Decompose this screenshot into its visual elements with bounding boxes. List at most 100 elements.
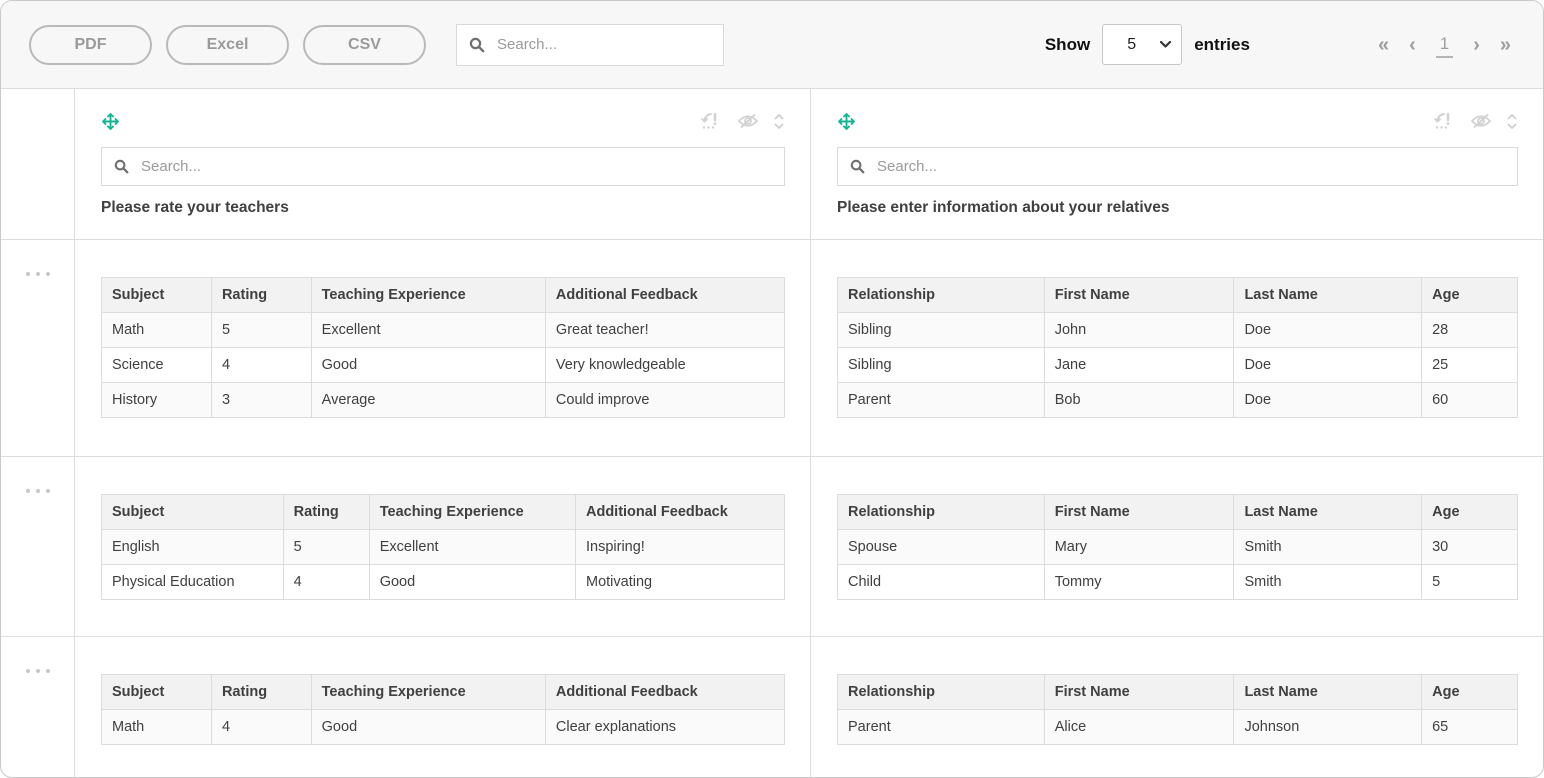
row-gutter	[1, 456, 75, 636]
hide-column-icon[interactable]	[1470, 113, 1492, 129]
sort-column-icon[interactable]	[1433, 112, 1456, 130]
column-header: Subject	[102, 278, 212, 313]
column-header: First Name	[1044, 675, 1234, 710]
table-cell: 30	[1422, 530, 1518, 565]
global-search-box	[456, 24, 724, 66]
expand-collapse-icon[interactable]	[1506, 112, 1518, 131]
matrix-table: Relationship First Name Last Name Age Pa…	[837, 674, 1518, 745]
table-row: Parent Bob Doe 60	[838, 383, 1518, 418]
global-search-input[interactable]	[495, 35, 711, 54]
table-cell: 4	[211, 710, 311, 745]
table-cell: Good	[311, 710, 545, 745]
pagination: « ‹ 1 › »	[1368, 32, 1521, 58]
export-excel-button[interactable]: Excel	[166, 25, 289, 65]
table-row: Sibling Jane Doe 25	[838, 348, 1518, 383]
table-cell: Science	[102, 348, 212, 383]
table-cell: Clear explanations	[545, 710, 784, 745]
table-cell: John	[1044, 313, 1234, 348]
row-drag-handle-icon[interactable]	[26, 269, 50, 279]
move-column-icon[interactable]	[101, 112, 120, 131]
column-header: Age	[1422, 278, 1518, 313]
current-page-indicator[interactable]: 1	[1436, 32, 1453, 58]
table-cell: 28	[1422, 313, 1518, 348]
table-row: English 5 Excellent Inspiring!	[102, 530, 785, 565]
column-header: Subject	[102, 495, 284, 530]
table-cell: Excellent	[369, 530, 575, 565]
export-csv-button[interactable]: CSV	[303, 25, 426, 65]
table-row: Parent Alice Johnson 65	[838, 710, 1518, 745]
hide-column-icon[interactable]	[737, 113, 759, 129]
table-cell: Could improve	[545, 383, 784, 418]
column-header: Subject	[102, 675, 212, 710]
answer-cell: Relationship First Name Last Name Age Sp…	[811, 456, 1543, 636]
table-cell: 4	[211, 348, 311, 383]
table-header-row: Relationship First Name Last Name Age	[838, 278, 1518, 313]
question-title: Please rate your teachers	[101, 199, 785, 217]
table-cell: Tommy	[1044, 565, 1234, 600]
column-panel-relatives: Please enter information about your rela…	[811, 89, 1543, 239]
table-cell: Math	[102, 313, 212, 348]
toolbar: PDF Excel CSV Show 5	[1, 1, 1543, 89]
table-cell: Doe	[1234, 348, 1422, 383]
row-drag-handle-icon[interactable]	[26, 486, 50, 496]
table-header-row: Subject Rating Teaching Experience Addit…	[102, 278, 785, 313]
page-size-group: Show 5 entries	[1045, 24, 1250, 65]
column-header: Age	[1422, 495, 1518, 530]
column-search-input[interactable]	[875, 157, 1505, 176]
table-cell: Average	[311, 383, 545, 418]
page-size-select[interactable]: 5	[1102, 24, 1182, 65]
table-cell: Good	[369, 565, 575, 600]
table-header-row: Subject Rating Teaching Experience Addit…	[102, 495, 785, 530]
row-drag-handle-icon[interactable]	[26, 666, 50, 676]
search-icon	[850, 159, 865, 174]
table-row: Child Tommy Smith 5	[838, 565, 1518, 600]
column-header: Last Name	[1234, 675, 1422, 710]
search-icon	[114, 159, 129, 174]
column-header: Rating	[283, 495, 369, 530]
table-cell: 5	[211, 313, 311, 348]
table-cell: Johnson	[1234, 710, 1422, 745]
table-cell: Alice	[1044, 710, 1234, 745]
column-header: Relationship	[838, 495, 1045, 530]
table-cell: 5	[283, 530, 369, 565]
table-cell: 4	[283, 565, 369, 600]
table-header-row: Relationship First Name Last Name Age	[838, 675, 1518, 710]
table-cell: Sibling	[838, 348, 1045, 383]
table-cell: Motivating	[575, 565, 784, 600]
table-cell: History	[102, 383, 212, 418]
column-header: Teaching Experience	[311, 675, 545, 710]
column-header: First Name	[1044, 278, 1234, 313]
column-header: Last Name	[1234, 278, 1422, 313]
column-header: Last Name	[1234, 495, 1422, 530]
column-header: Teaching Experience	[369, 495, 575, 530]
table-cell: 25	[1422, 348, 1518, 383]
table-cell: Inspiring!	[575, 530, 784, 565]
move-column-icon[interactable]	[837, 112, 856, 131]
table-cell: Good	[311, 348, 545, 383]
first-page-button[interactable]: «	[1368, 35, 1399, 55]
column-header: Relationship	[838, 278, 1045, 313]
sort-column-icon[interactable]	[700, 112, 723, 130]
column-search-input[interactable]	[139, 157, 772, 176]
table-cell: Child	[838, 565, 1045, 600]
column-header: First Name	[1044, 495, 1234, 530]
table-cell: Very knowledgeable	[545, 348, 784, 383]
expand-collapse-icon[interactable]	[773, 112, 785, 131]
table-cell: Doe	[1234, 313, 1422, 348]
dashboard-window: PDF Excel CSV Show 5	[0, 0, 1544, 778]
table-cell: Doe	[1234, 383, 1422, 418]
export-pdf-button[interactable]: PDF	[29, 25, 152, 65]
column-header: Relationship	[838, 675, 1045, 710]
column-header: Additional Feedback	[545, 675, 784, 710]
column-header: Rating	[211, 278, 311, 313]
next-page-button[interactable]: ›	[1463, 35, 1490, 55]
last-page-button[interactable]: »	[1490, 35, 1521, 55]
answer-cell: Subject Rating Teaching Experience Addit…	[75, 456, 811, 636]
column-search-box	[101, 147, 785, 186]
prev-page-button[interactable]: ‹	[1399, 35, 1426, 55]
table-row: History 3 Average Could improve	[102, 383, 785, 418]
row-gutter	[1, 239, 75, 456]
search-icon	[469, 37, 485, 53]
table-cell: Bob	[1044, 383, 1234, 418]
column-search-box	[837, 147, 1518, 186]
